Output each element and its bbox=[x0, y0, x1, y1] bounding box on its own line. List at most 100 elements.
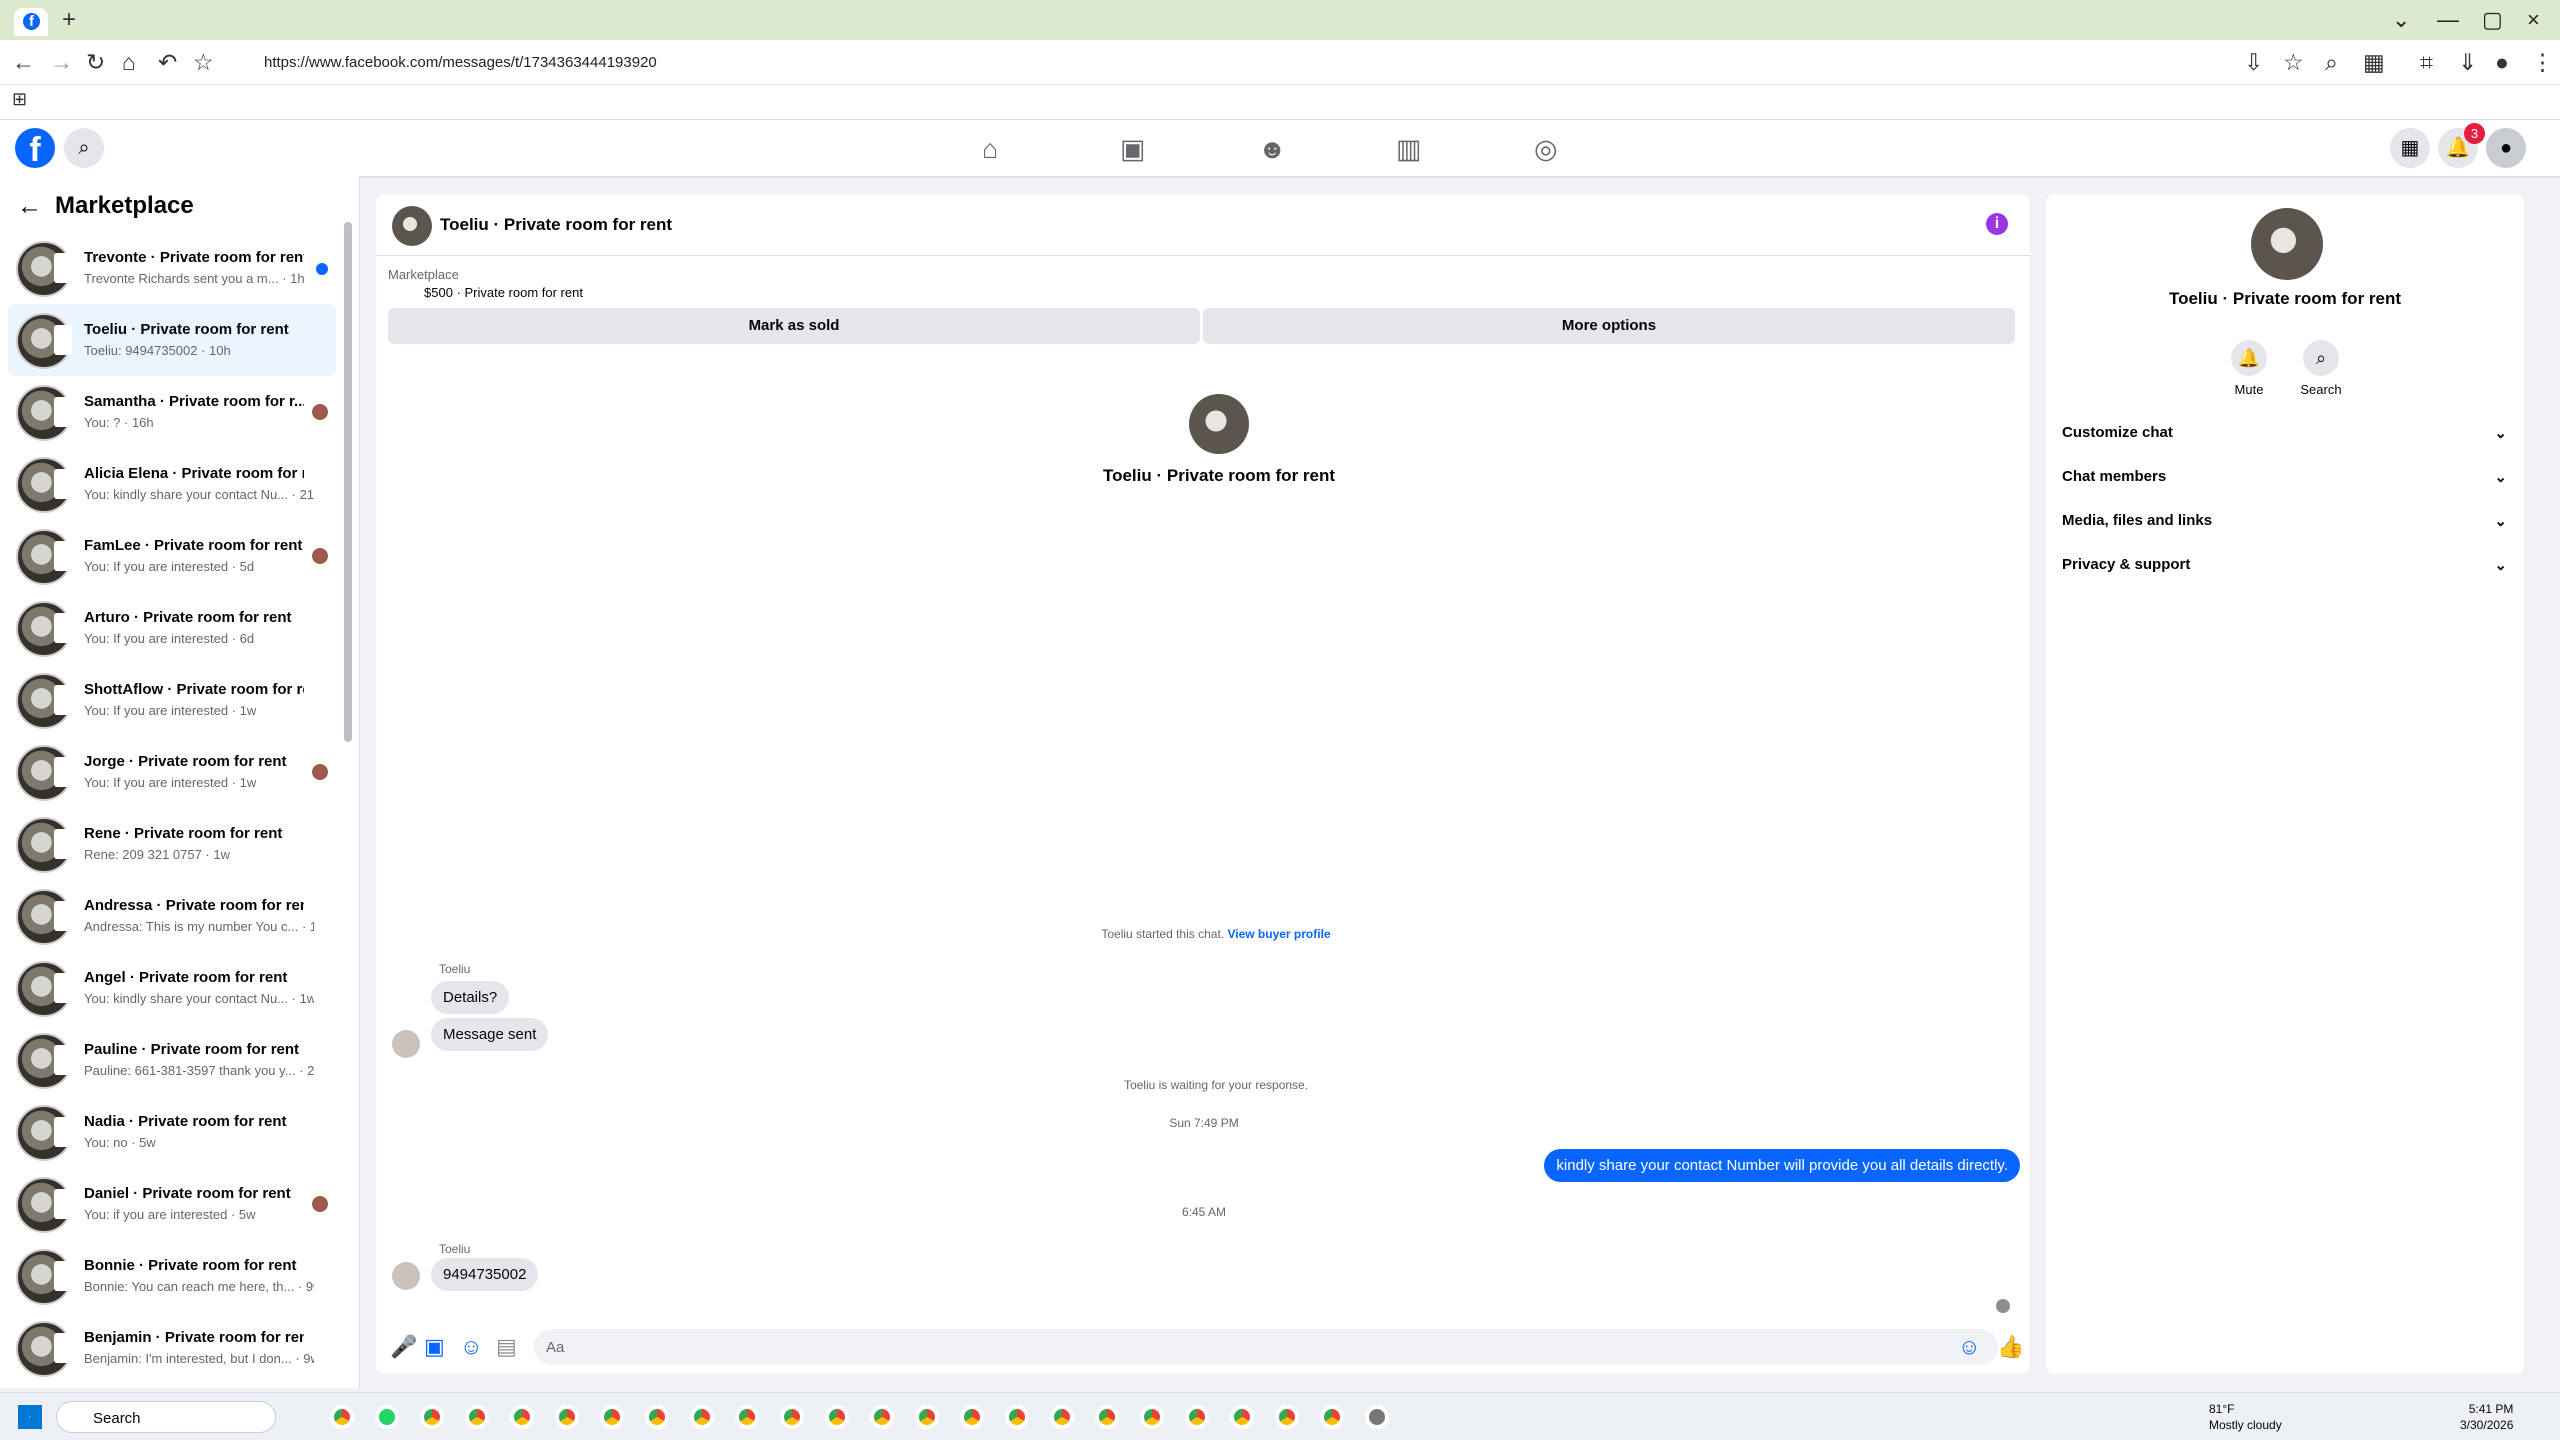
chrome-taskbar-icon[interactable] bbox=[780, 1405, 804, 1429]
search-icon[interactable]: ⌕ bbox=[2325, 49, 2338, 76]
settings-taskbar-icon[interactable] bbox=[1365, 1405, 1389, 1429]
conversation-list-item[interactable]: Samantha · Private room for r... You: ? ·… bbox=[8, 376, 336, 448]
chrome-taskbar-icon[interactable] bbox=[465, 1405, 489, 1429]
listing-thumbnail bbox=[16, 961, 72, 1017]
taskbar-search-input[interactable]: Search bbox=[56, 1401, 276, 1433]
conversation-list-item[interactable]: Pauline · Private room for rent Pauline: … bbox=[8, 1024, 336, 1096]
chrome-taskbar-icon[interactable] bbox=[1275, 1405, 1299, 1429]
back-icon[interactable]: ← bbox=[12, 49, 35, 76]
conversation-name: Jorge · Private room for rent bbox=[84, 753, 287, 770]
chat-info-panel: Toeliu · Private room for rent 🔔 Mute ⌕ Se… bbox=[2046, 194, 2524, 1374]
chrome-taskbar-icon[interactable] bbox=[330, 1405, 354, 1429]
chrome-taskbar-icon[interactable] bbox=[645, 1405, 669, 1429]
weather-widget[interactable]: 81°F Mostly cloudy bbox=[2209, 1401, 2282, 1433]
chrome-taskbar-icon[interactable] bbox=[600, 1405, 624, 1429]
conversation-list-item[interactable]: Toeliu · Private room for rent Toeliu: 94… bbox=[8, 304, 336, 376]
tab-search-button[interactable]: ⌄ bbox=[2392, 7, 2410, 33]
apps-icon[interactable]: ⊞ bbox=[12, 89, 27, 110]
account-avatar[interactable]: ● bbox=[2486, 128, 2526, 168]
facebook-search-button[interactable]: ⌕ bbox=[64, 128, 104, 168]
star-icon[interactable]: ☆ bbox=[193, 49, 214, 76]
conversation-preview: Andressa: This is my number You c... · 1… bbox=[84, 919, 314, 934]
read-receipt-avatar bbox=[312, 1196, 328, 1212]
chrome-taskbar-icon[interactable] bbox=[1185, 1405, 1209, 1429]
chrome-taskbar-icon[interactable] bbox=[1095, 1405, 1119, 1429]
conversation-list-item[interactable]: Alicia Elena · Private room for re... You… bbox=[8, 448, 336, 520]
home-nav-icon[interactable]: ⌂ bbox=[982, 134, 998, 165]
chrome-taskbar-icon[interactable] bbox=[510, 1405, 534, 1429]
groups-nav-icon[interactable]: ◎ bbox=[1534, 134, 1558, 165]
forward-icon[interactable]: → bbox=[50, 49, 73, 76]
conversation-list-item[interactable]: Arturo · Private room for rent You: If yo… bbox=[8, 592, 336, 664]
menu-icon[interactable]: ⋮ bbox=[2531, 49, 2554, 76]
sidebar-scrollbar[interactable] bbox=[344, 222, 352, 742]
new-tab-button[interactable]: + bbox=[62, 6, 76, 34]
chrome-taskbar-icon[interactable] bbox=[915, 1405, 939, 1429]
whatsapp-taskbar-icon[interactable] bbox=[375, 1405, 399, 1429]
reload-icon[interactable]: ↻ bbox=[86, 49, 105, 76]
minimize-button[interactable]: — bbox=[2437, 7, 2459, 33]
gif-icon[interactable]: ▤ bbox=[496, 1334, 517, 1360]
conversation-list-item[interactable]: Trevonte · Private room for rent Trevonte… bbox=[8, 232, 336, 304]
more-options-button[interactable]: More options bbox=[1203, 308, 2015, 344]
back-arrow-icon[interactable]: ← bbox=[17, 192, 42, 221]
home-icon[interactable]: ⌂ bbox=[122, 49, 136, 76]
conversation-list-item[interactable]: Angel · Private room for rent You: kindly… bbox=[8, 952, 336, 1024]
chrome-taskbar-icon[interactable] bbox=[1140, 1405, 1164, 1429]
chrome-taskbar-icon[interactable] bbox=[735, 1405, 759, 1429]
friends-nav-icon[interactable]: ☻ bbox=[1258, 134, 1286, 165]
conversation-list-item[interactable]: Rene · Private room for rent Rene: 209 32… bbox=[8, 808, 336, 880]
profile-icon[interactable]: ● bbox=[2495, 49, 2509, 76]
marketplace-nav-icon[interactable]: ▥ bbox=[1396, 134, 1422, 165]
close-window-button[interactable]: × bbox=[2527, 7, 2540, 33]
conversation-list-item[interactable]: Benjamin · Private room for rent Benjamin… bbox=[8, 1312, 336, 1384]
menu-grid-button[interactable]: ▦ bbox=[2390, 128, 2430, 168]
conversation-list-item[interactable]: Daniel · Private room for rent You: if yo… bbox=[8, 1168, 336, 1240]
chat-members-row[interactable]: Chat members ⌄ bbox=[2062, 468, 2507, 512]
grid-icon[interactable]: ▦ bbox=[2363, 49, 2385, 76]
chrome-taskbar-icon[interactable] bbox=[870, 1405, 894, 1429]
conversation-list-item[interactable]: Nadia · Private room for rent You: no · 5… bbox=[8, 1096, 336, 1168]
customize-chat-row[interactable]: Customize chat ⌄ bbox=[2062, 424, 2507, 468]
conversation-list-item[interactable]: Andressa · Private room for rent Andressa… bbox=[8, 880, 336, 952]
chrome-taskbar-icon[interactable] bbox=[555, 1405, 579, 1429]
bookmark-icon[interactable]: ☆ bbox=[2283, 49, 2304, 76]
conversation-list-item[interactable]: Jorge · Private room for rent You: If you… bbox=[8, 736, 336, 808]
undo-icon[interactable]: ↶ bbox=[158, 49, 177, 76]
mute-button[interactable]: 🔔 Mute bbox=[2214, 340, 2284, 397]
install-icon[interactable]: ⇩ bbox=[2244, 49, 2263, 76]
chrome-taskbar-icon[interactable] bbox=[1320, 1405, 1344, 1429]
image-icon[interactable]: ▣ bbox=[424, 1334, 445, 1360]
info-icon[interactable]: i bbox=[1986, 213, 2008, 235]
mark-as-sold-button[interactable]: Mark as sold bbox=[388, 308, 1200, 344]
crop-icon[interactable]: ⌗ bbox=[2420, 49, 2433, 76]
restore-button[interactable]: ▢ bbox=[2482, 7, 2503, 33]
chrome-taskbar-icon[interactable] bbox=[1230, 1405, 1254, 1429]
chat-avatar[interactable] bbox=[392, 206, 432, 246]
chrome-taskbar-icon[interactable] bbox=[960, 1405, 984, 1429]
chrome-taskbar-icon[interactable] bbox=[690, 1405, 714, 1429]
chrome-taskbar-icon[interactable] bbox=[420, 1405, 444, 1429]
facebook-tab[interactable]: f bbox=[14, 8, 48, 36]
chrome-taskbar-icon[interactable] bbox=[1050, 1405, 1074, 1429]
like-icon[interactable]: 👍 bbox=[1997, 1334, 2024, 1360]
video-nav-icon[interactable]: ▣ bbox=[1120, 134, 1146, 165]
conversation-list-item[interactable]: FamLee · Private room for rent You: If yo… bbox=[8, 520, 336, 592]
chrome-taskbar-icon[interactable] bbox=[825, 1405, 849, 1429]
url-field[interactable]: https://www.facebook.com/messages/t/1734… bbox=[224, 47, 2294, 78]
facebook-logo-icon[interactable]: f bbox=[15, 128, 55, 169]
sticker-icon[interactable]: ☺ bbox=[460, 1334, 482, 1360]
microphone-icon[interactable]: 🎤 bbox=[390, 1334, 417, 1360]
taskbar-clock[interactable]: 5:41 PM 3/30/2026 bbox=[2460, 1401, 2513, 1433]
message-input[interactable]: Aa bbox=[534, 1329, 1998, 1365]
emoji-icon[interactable]: ☺ bbox=[1958, 1334, 1980, 1360]
search-button[interactable]: ⌕ Search bbox=[2286, 340, 2356, 397]
windows-start-icon[interactable] bbox=[18, 1405, 42, 1429]
chrome-taskbar-icon[interactable] bbox=[1005, 1405, 1029, 1429]
media-files-links-row[interactable]: Media, files and links ⌄ bbox=[2062, 512, 2507, 556]
view-buyer-profile-link[interactable]: View buyer profile bbox=[1227, 927, 1330, 941]
download-icon[interactable]: ⇓ bbox=[2458, 49, 2477, 76]
privacy-support-row[interactable]: Privacy & support ⌄ bbox=[2062, 556, 2507, 600]
conversation-list-item[interactable]: ShottAflow · Private room for rent You: I… bbox=[8, 664, 336, 736]
conversation-list-item[interactable]: Bonnie · Private room for rent Bonnie: Yo… bbox=[8, 1240, 336, 1312]
